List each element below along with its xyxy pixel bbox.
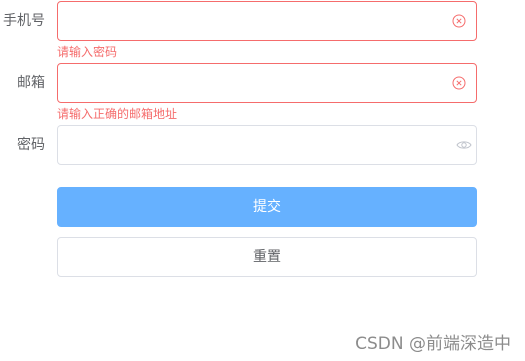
phone-input-wrapper xyxy=(57,1,477,41)
clear-icon[interactable] xyxy=(452,76,466,90)
email-label: 邮箱 xyxy=(17,75,45,91)
eye-icon xyxy=(456,141,472,149)
circle-close-icon xyxy=(452,14,466,28)
clear-icon[interactable] xyxy=(452,14,466,28)
email-error-message: 请输入正确的邮箱地址 xyxy=(57,107,178,121)
form-item-phone: 手机号 xyxy=(0,1,478,41)
password-input-wrapper xyxy=(57,125,477,165)
form-item-password: 密码 xyxy=(0,125,478,165)
email-input-wrapper xyxy=(57,63,477,103)
phone-error-message: 请输入密码 xyxy=(57,45,118,59)
reset-button[interactable]: 重置 xyxy=(57,237,477,277)
password-label: 密码 xyxy=(17,137,45,153)
submit-button[interactable]: 提交 xyxy=(57,187,477,227)
phone-label: 手机号 xyxy=(3,13,45,29)
form-item-email: 邮箱 xyxy=(0,63,478,103)
email-input[interactable] xyxy=(58,64,438,102)
password-toggle[interactable] xyxy=(456,138,472,152)
circle-close-icon xyxy=(452,76,466,90)
watermark: CSDN @前端深造中 xyxy=(355,334,511,354)
password-input[interactable] xyxy=(58,126,438,164)
phone-input[interactable] xyxy=(58,2,438,40)
